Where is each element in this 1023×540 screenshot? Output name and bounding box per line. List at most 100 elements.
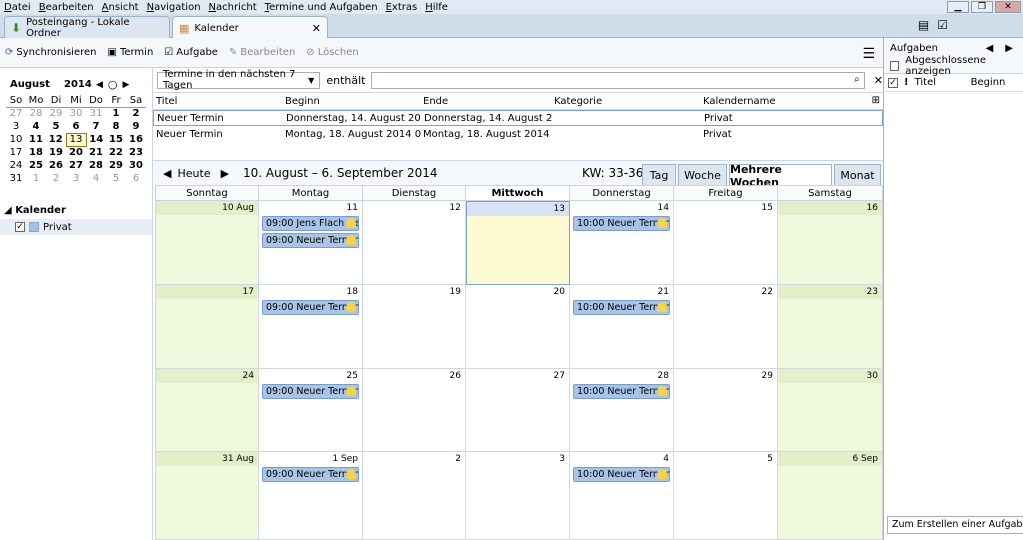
calendar-checkbox[interactable]: ✓ <box>15 222 25 232</box>
delete-button[interactable]: ⊘ Löschen <box>306 47 358 58</box>
show-completed-toggle[interactable]: Abgeschlossene anzeigen <box>884 55 1023 77</box>
today-button[interactable]: Heute <box>177 167 210 180</box>
minimonth-day[interactable]: 25 <box>26 159 46 172</box>
day-cell[interactable]: 31 Aug <box>155 452 259 540</box>
tab-calendar[interactable]: ▦ Kalender ✕ <box>172 16 328 39</box>
calendar-list-heading[interactable]: ◢ Kalender <box>4 205 66 216</box>
minimonth-year[interactable]: 2014 <box>64 79 94 90</box>
task-done-column-icon[interactable]: ✓ <box>888 77 898 88</box>
tab-week[interactable]: Woche <box>678 164 727 186</box>
minimonth-day[interactable]: 4 <box>26 120 46 133</box>
day-cell[interactable]: 12 <box>363 201 466 285</box>
col-start[interactable]: Beginn <box>283 96 421 107</box>
menu-item[interactable]: Navigation <box>143 2 205 13</box>
prev-filter-icon[interactable]: ◀ <box>986 43 994 54</box>
tab-day[interactable]: Tag <box>642 164 676 186</box>
edit-button[interactable]: ✎ Bearbeiten <box>229 47 295 58</box>
calendar-item-privat[interactable]: ✓ Privat <box>0 219 152 235</box>
day-cell[interactable]: 18 09:00 Neuer Termin <box>259 285 363 369</box>
minimonth-day[interactable]: 15 <box>106 133 126 146</box>
event-item[interactable]: 09:00 Jens Flach Ge... <box>262 216 359 231</box>
hamburger-menu-icon[interactable]: ☰ <box>862 46 875 62</box>
col-category[interactable]: Kategorie <box>552 96 701 107</box>
day-cell[interactable]: 14 10:00 Neuer Termin <box>570 201 674 285</box>
minimonth-day[interactable]: 6 <box>126 172 146 185</box>
prev-icon[interactable]: ◀ <box>163 167 171 180</box>
day-cell[interactable]: 25 09:00 Neuer Termin <box>259 369 363 452</box>
task-col-priority[interactable]: ! <box>904 77 909 88</box>
minimonth-day[interactable]: 4 <box>86 172 106 185</box>
minimonth-day[interactable]: 7 <box>86 120 106 133</box>
minimonth-day[interactable]: 2 <box>126 107 146 120</box>
next-filter-icon[interactable]: ▶ <box>1005 43 1013 54</box>
minimonth-day[interactable]: 18 <box>26 146 46 159</box>
event-item[interactable]: 09:00 Neuer Termin <box>262 467 359 482</box>
minimonth-month[interactable]: August <box>10 79 64 90</box>
minimonth-day[interactable]: 11 <box>26 133 46 146</box>
day-cell[interactable]: 1 Sep 09:00 Neuer Termin <box>259 452 363 540</box>
column-picker-icon[interactable]: ⊞ <box>872 95 880 106</box>
minimonth-day[interactable]: 29 <box>46 107 66 120</box>
day-cell[interactable]: 4 10:00 Neuer Termin <box>570 452 674 540</box>
calendar-view-icon[interactable]: ▤ <box>918 18 929 32</box>
day-cell[interactable]: 11 09:00 Jens Flach Ge... 09:00 Neuer Term… <box>259 201 363 285</box>
minimonth-day[interactable]: 12 <box>46 133 66 146</box>
col-end[interactable]: Ende <box>421 96 552 107</box>
event-list-row[interactable]: Neuer Termin Montag, 18. August 2014 09:0… <box>153 126 883 142</box>
menu-item[interactable]: Bearbeiten <box>35 2 98 13</box>
day-cell[interactable]: 22 <box>674 285 778 369</box>
menu-item[interactable]: Termine und Aufgaben <box>261 2 382 13</box>
minimonth-day[interactable]: 31 <box>6 172 26 185</box>
day-cell[interactable]: 19 <box>363 285 466 369</box>
event-item[interactable]: 10:00 Neuer Termin <box>573 467 670 482</box>
close-filter-icon[interactable]: ✕ <box>874 74 883 87</box>
new-task-input[interactable]: Zum Erstellen einer Aufgabe hier <box>887 516 1023 534</box>
menu-item[interactable]: Hilfe <box>421 2 452 13</box>
minimonth-day[interactable]: 3 <box>66 172 86 185</box>
menu-item[interactable]: Ansicht <box>98 2 143 13</box>
event-item[interactable]: 09:00 Neuer Termin <box>262 233 359 248</box>
new-task-button[interactable]: ☑ Aufgabe <box>164 47 218 58</box>
day-cell[interactable]: 20 <box>466 285 570 369</box>
day-cell[interactable]: 21 10:00 Neuer Termin <box>570 285 674 369</box>
minimonth-day[interactable]: 9 <box>126 120 146 133</box>
col-title[interactable]: Titel <box>153 96 283 107</box>
day-cell[interactable]: 27 <box>466 369 570 452</box>
day-cell[interactable]: 5 <box>674 452 778 540</box>
event-search-input[interactable]: ⌕ <box>371 71 865 89</box>
minimonth-day[interactable]: 27 <box>6 107 26 120</box>
minimonth-day[interactable]: 28 <box>26 107 46 120</box>
day-cell[interactable]: 15 <box>674 201 778 285</box>
event-range-select[interactable]: Termine in den nächsten 7 Tagen ▼ <box>157 69 321 91</box>
day-cell[interactable]: 29 <box>674 369 778 452</box>
maximize-button[interactable]: ❐ <box>971 1 993 13</box>
tab-inbox[interactable]: ⬇ Posteingang - Lokale Ordner <box>4 16 170 39</box>
col-calendar[interactable]: Kalendername <box>701 96 871 107</box>
task-col-title[interactable]: Titel <box>915 77 965 88</box>
close-window-button[interactable]: ✕ <box>995 1 1021 13</box>
show-completed-checkbox[interactable] <box>890 60 900 71</box>
minimize-button[interactable]: ▁ <box>947 1 969 13</box>
minimonth-day[interactable]: 22 <box>106 146 126 159</box>
minimonth-day[interactable]: 27 <box>66 159 86 172</box>
day-cell[interactable]: 24 <box>155 369 259 452</box>
day-cell[interactable]: 13 <box>466 201 570 285</box>
day-cell[interactable]: 28 10:00 Neuer Termin <box>570 369 674 452</box>
menu-item[interactable]: Nachricht <box>205 2 261 13</box>
minimonth-day[interactable]: 1 <box>26 172 46 185</box>
menu-item[interactable]: Extras <box>382 2 422 13</box>
new-event-button[interactable]: ▣ Termin <box>107 47 153 58</box>
minimonth-day[interactable]: 6 <box>66 120 86 133</box>
minimonth-day[interactable]: 5 <box>46 120 66 133</box>
minimonth-day[interactable]: 17 <box>6 146 26 159</box>
today-circle-icon[interactable]: ○ <box>108 78 118 91</box>
minimonth-day[interactable]: 14 <box>86 133 106 146</box>
event-list-row[interactable]: Neuer Termin Donnerstag, 14. August 2014 … <box>153 110 883 126</box>
day-cell[interactable]: 23 <box>778 285 883 369</box>
day-cell[interactable]: 17 <box>155 285 259 369</box>
menu-item[interactable]: Datei <box>0 2 35 13</box>
day-cell[interactable]: 6 Sep <box>778 452 883 540</box>
minimonth-day[interactable]: 5 <box>106 172 126 185</box>
minimonth-day[interactable]: 13 <box>65 132 87 147</box>
task-col-start[interactable]: Beginn <box>971 77 1006 88</box>
